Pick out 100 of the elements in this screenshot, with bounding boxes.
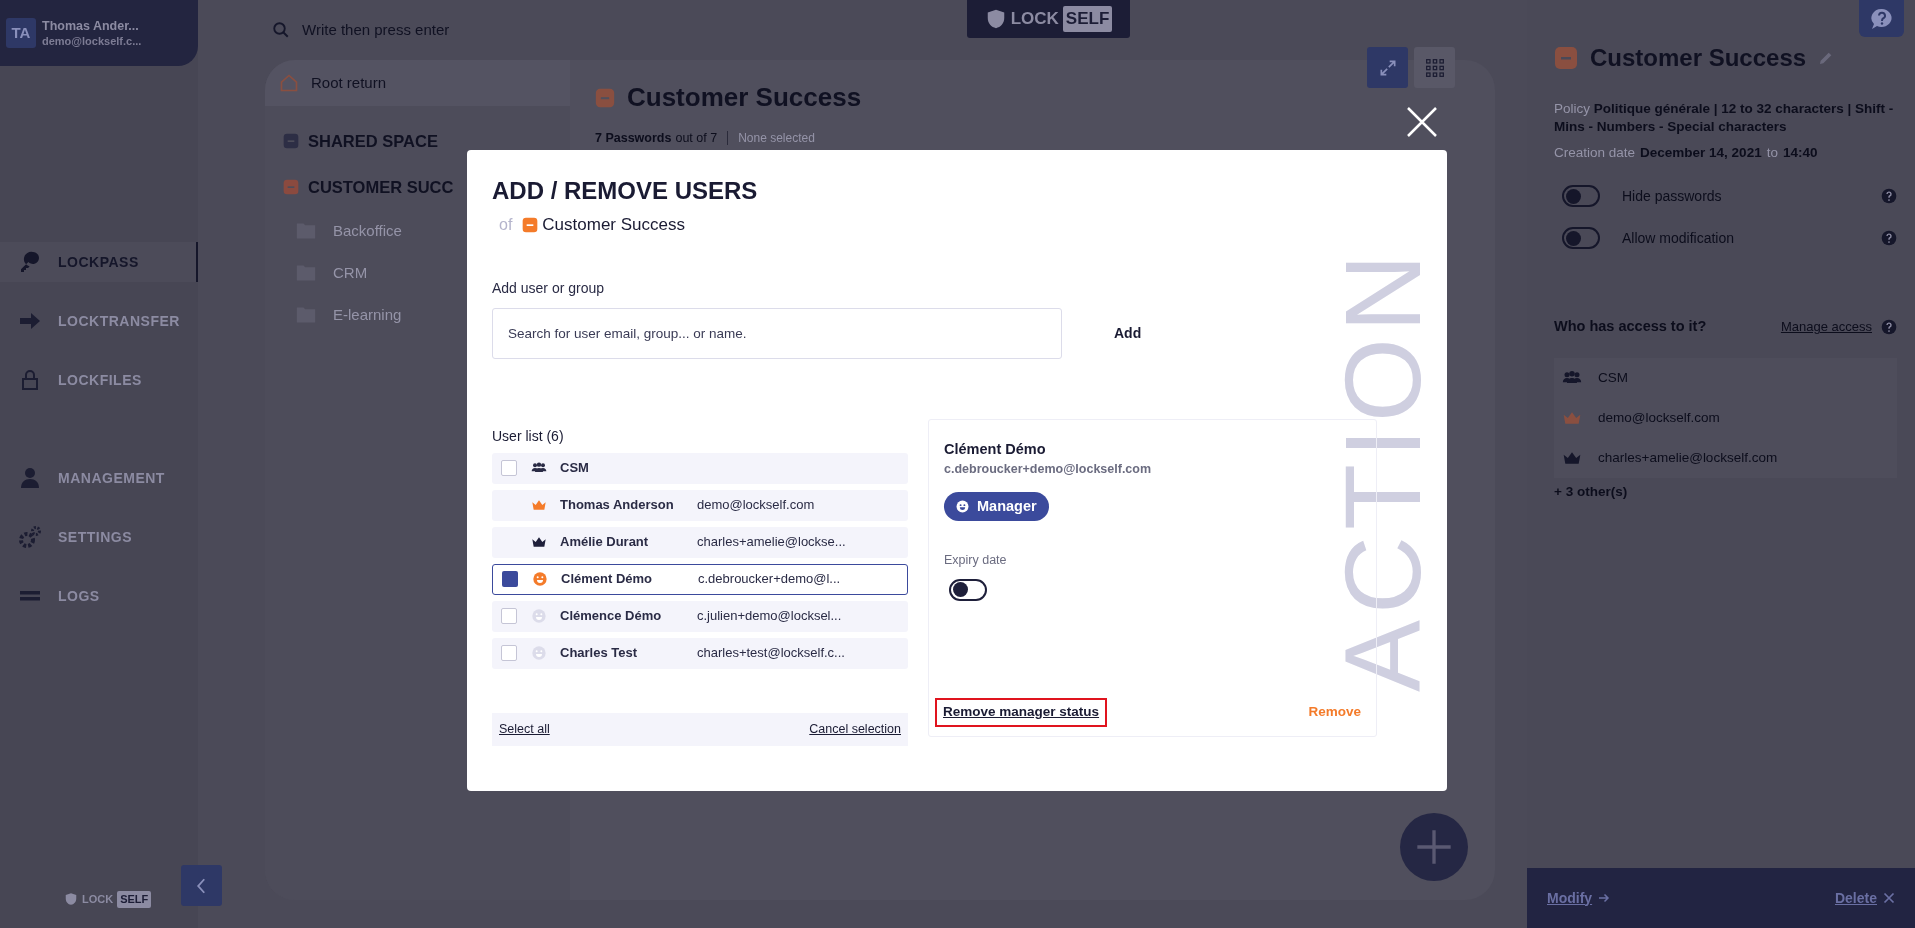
detail-name: Clément Démo [944, 439, 1047, 459]
nav-item[interactable]: MANAGEMENT [0, 458, 198, 498]
expiry-label: Expiry date [944, 552, 1008, 569]
checkbox[interactable] [502, 571, 518, 587]
access-entry: CSM [1598, 368, 1628, 387]
remove-manager-link[interactable]: Remove manager status [935, 698, 1108, 727]
nav-item[interactable]: LOCKFILES [0, 360, 198, 400]
user-email: demo@lockself.com [697, 496, 815, 515]
tree-item[interactable]: SHARED SPACE [265, 118, 570, 164]
close-icon [1883, 892, 1895, 904]
policy-text: Policy Politique générale | 12 to 32 characters | Shift - Mins - Numbers - Special characters [1554, 100, 1894, 136]
detail-email: c.debroucker+demo@lockself.com [944, 461, 1153, 479]
user-name: Amélie Durant [560, 533, 650, 552]
help-bubble-icon [1868, 6, 1895, 31]
field-label: Add user or group [492, 278, 606, 298]
delete-link[interactable]: Delete [1834, 887, 1895, 909]
password-count: 7 Passwords [595, 130, 672, 147]
select-all-link[interactable]: Select all [499, 719, 550, 739]
help-icon [1881, 188, 1897, 205]
user-row[interactable]: Clémence Démo c.julien+demo@locksel... [492, 600, 908, 632]
collapse-button[interactable] [181, 865, 222, 906]
checkbox[interactable] [501, 608, 517, 624]
remove-link[interactable]: Remove [1308, 702, 1361, 723]
nav-item[interactable]: LOGS [0, 576, 198, 616]
toggle-label: Hide passwords [1622, 186, 1723, 206]
creation-date: December 14, 2021 [1640, 144, 1762, 162]
help-icon [1881, 319, 1897, 336]
modal-title: ADD / REMOVE USERS [492, 176, 759, 206]
minus-square-icon [595, 87, 615, 108]
user-name: Clémence Démo [560, 607, 663, 626]
nav-item[interactable]: LOCKTRANSFER [0, 301, 198, 341]
gears-icon [18, 525, 42, 549]
role-badge: Manager [944, 492, 1049, 521]
folder-title: Customer Success [627, 81, 862, 114]
smiley-icon [532, 571, 548, 587]
user-name: Thomas Ander... [42, 18, 140, 34]
search-icon [272, 21, 290, 39]
toggle-label: Allow modification [1622, 228, 1736, 248]
toggle-switch[interactable] [949, 578, 987, 601]
user-row[interactable]: CSM [492, 452, 908, 484]
modify-link[interactable]: Modify [1547, 887, 1611, 909]
user-email: charles+amelie@lockse... [697, 533, 846, 552]
search-field[interactable]: Write then press enter [302, 18, 450, 42]
creation-to: to [1766, 144, 1778, 162]
user-name: Charles Test [560, 644, 639, 663]
key-icon [18, 250, 42, 274]
access-title: Who has access to it? [1554, 317, 1708, 337]
access-entry: demo@lockself.com [1598, 408, 1720, 427]
manage-access-link[interactable]: Manage access [1780, 317, 1872, 337]
user-row[interactable]: Thomas Anderson demo@lockself.com [492, 489, 908, 521]
smiley-icon [531, 608, 547, 624]
checkbox[interactable] [501, 460, 517, 476]
avatar: TA [6, 18, 36, 48]
logo-text: LOCK [82, 892, 114, 907]
arrow-right-icon [1598, 892, 1611, 904]
logo-text: SELF [1062, 6, 1113, 32]
shield-logo-icon [64, 892, 78, 907]
plus-icon [1414, 827, 1454, 867]
nav-item[interactable]: SETTINGS [0, 517, 198, 557]
toggle-switch[interactable] [1562, 185, 1600, 208]
cancel-selection-link[interactable]: Cancel selection [809, 719, 901, 739]
password-total: out of 7 [675, 130, 718, 147]
list-title: User list (6) [492, 426, 565, 446]
user-row[interactable]: Clément Démo c.debroucker+demo@l... [492, 563, 908, 595]
help-button[interactable] [1859, 0, 1904, 37]
user-email: charles+test@lockself.c... [697, 644, 845, 663]
user-name: CSM [560, 459, 590, 478]
person-icon [18, 466, 42, 490]
checkbox[interactable] [501, 645, 517, 661]
toggle-switch[interactable] [1562, 227, 1600, 250]
user-name: Clément Démo [561, 570, 654, 589]
home-icon [279, 73, 299, 93]
add-user-button[interactable]: Add [1104, 315, 1152, 351]
view-button[interactable] [1414, 47, 1455, 88]
creation-time: 14:40 [1782, 144, 1818, 162]
grid-icon [1424, 57, 1445, 78]
user-row[interactable]: Charles Test charles+test@lockself.c... [492, 637, 908, 669]
selection-status: None selected [738, 130, 815, 148]
view-button[interactable] [1367, 47, 1408, 88]
folder-title: Customer Success [1590, 43, 1807, 73]
close-icon [1406, 106, 1438, 138]
user-email: demo@lockself.c... [42, 34, 142, 48]
user-email: c.julien+demo@locksel... [697, 607, 842, 626]
smiley-icon [531, 645, 547, 661]
others-count: + 3 other(s) [1554, 483, 1629, 501]
access-entry: charles+amelie@lockself.com [1598, 448, 1778, 467]
user-row[interactable]: Amélie Durant charles+amelie@lockse... [492, 526, 908, 558]
of-label: of [499, 214, 513, 235]
logo-text: SELF [117, 891, 152, 908]
user-search-field[interactable]: Search for user email, group... or name. [492, 307, 1062, 359]
root-return[interactable]: Root return [265, 60, 570, 106]
logo-text: LOCK [1010, 8, 1059, 31]
creation-label: Creation date [1554, 144, 1636, 162]
minus-square-icon [522, 216, 539, 233]
user-name: Thomas Anderson [560, 496, 675, 515]
minus-square-icon [1554, 46, 1578, 70]
help-icon [1881, 230, 1897, 247]
smiley-icon [956, 500, 969, 513]
folder-name: Customer Success [542, 214, 685, 236]
nav-item[interactable]: LOCKPASS [0, 242, 198, 282]
